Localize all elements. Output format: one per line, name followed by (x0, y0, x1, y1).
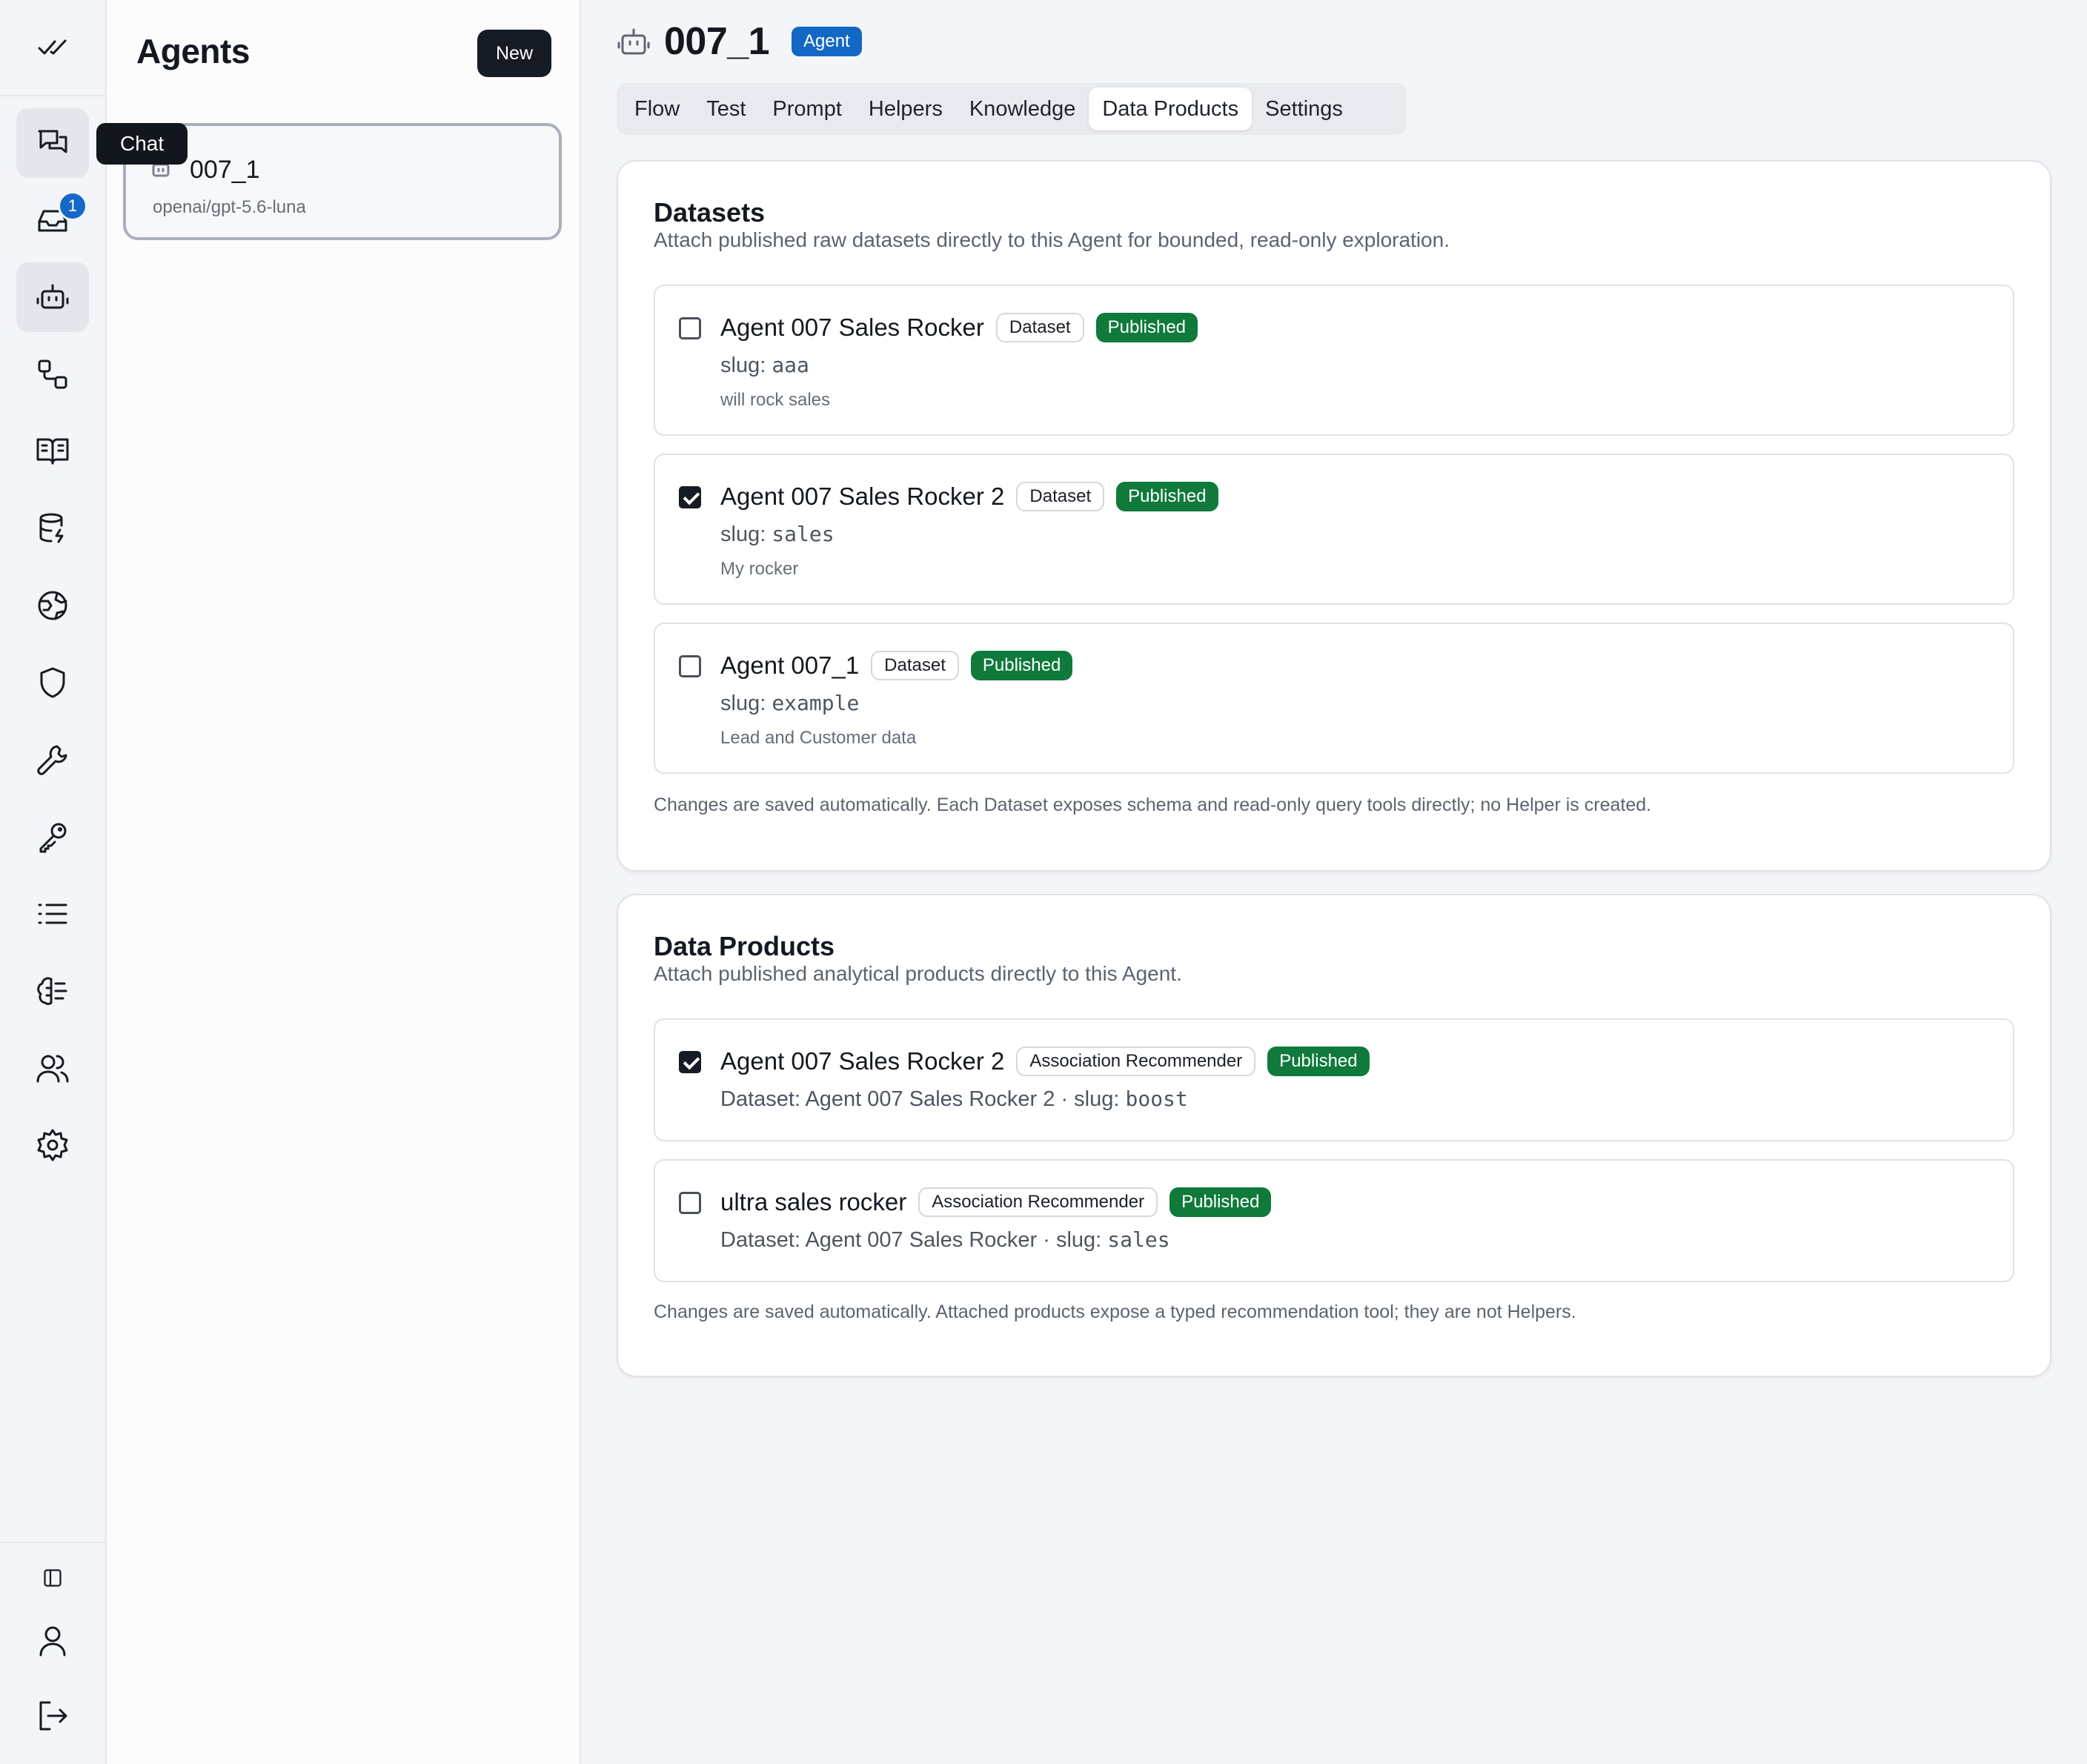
wrench-icon[interactable] (16, 725, 89, 795)
page-title: 007_1 (664, 20, 770, 63)
dataset-checkbox[interactable] (679, 317, 701, 339)
product-dataset: Dataset: Agent 007 Sales Rocker · slug: (720, 1228, 1102, 1252)
status-badge: Published (1116, 482, 1218, 511)
product-name: ultra sales rocker (720, 1188, 907, 1216)
section-title: Datasets (654, 197, 766, 228)
rail-divider (0, 95, 105, 96)
dataset-heading: Agent 007 Sales Rocker Dataset Published (720, 313, 1198, 342)
data-product-item[interactable]: Agent 007 Sales Rocker 2 Association Rec… (654, 1018, 2014, 1141)
check-all-icon[interactable] (16, 12, 89, 82)
globe-icon[interactable] (16, 571, 89, 640)
dataset-slug-line: slug: aaa (720, 353, 809, 378)
brain-icon[interactable] (16, 956, 89, 1026)
dataset-slug: sales (772, 522, 835, 546)
dataset-slug-line: slug: example (720, 691, 859, 716)
dataset-heading: Agent 007_1 Dataset Published (720, 651, 1073, 680)
dataset-slug: example (772, 691, 860, 715)
tab-knowledge[interactable]: Knowledge (956, 87, 1089, 130)
type-badge: Dataset (1016, 482, 1105, 511)
agent-list-item[interactable]: 007_1 openai/gpt-5.6-luna (123, 123, 562, 240)
product-heading: Agent 007 Sales Rocker 2 Association Rec… (720, 1047, 1370, 1076)
product-checkbox[interactable] (679, 1051, 701, 1073)
product-dataset: Dataset: Agent 007 Sales Rocker 2 · slug… (720, 1087, 1120, 1111)
inbox-count-badge: 1 (58, 191, 87, 221)
chat-icon[interactable] (16, 108, 89, 178)
product-name: Agent 007 Sales Rocker 2 (720, 1047, 1005, 1075)
section-description: Attach published analytical products dir… (654, 962, 1182, 985)
dataset-item[interactable]: Agent 007 Sales Rocker Dataset Published… (654, 285, 2014, 436)
dataset-slug-line: slug: sales (720, 522, 835, 547)
agent-type-badge: Agent (792, 27, 862, 56)
status-badge: Published (1267, 1047, 1370, 1076)
slug-label: slug: (720, 523, 766, 546)
agent-name: 007_1 (190, 156, 260, 184)
bot-icon[interactable] (16, 262, 89, 332)
autosave-note: Changes are saved automatically. Each Da… (654, 795, 1652, 815)
product-slug: boost (1125, 1087, 1188, 1111)
type-badge: Dataset (871, 651, 959, 680)
section-title: Data Products (654, 931, 835, 961)
dataset-note: will rock sales (720, 390, 831, 410)
dataset-name: Agent 007 Sales Rocker 2 (720, 483, 1005, 510)
tab-settings[interactable]: Settings (1252, 87, 1356, 130)
status-badge: Published (1169, 1187, 1272, 1217)
slug-label: slug: (720, 354, 766, 377)
bot-icon (617, 25, 651, 59)
logout-icon[interactable] (16, 1681, 89, 1751)
autosave-note: Changes are saved automatically. Attache… (654, 1302, 1576, 1322)
dataset-slug: aaa (772, 353, 809, 377)
status-badge: Published (970, 651, 1073, 680)
workflow-icon[interactable] (16, 339, 89, 409)
agent-model: openai/gpt-5.6-luna (153, 197, 306, 217)
icon-rail: Chat 1 (0, 0, 188, 1764)
panel-title: Agents (136, 32, 250, 70)
dataset-name: Agent 007 Sales Rocker (720, 314, 984, 341)
status-badge: Published (1095, 313, 1198, 342)
tab-flow[interactable]: Flow (621, 87, 693, 130)
slug-label: slug: (720, 692, 766, 715)
product-checkbox[interactable] (679, 1192, 701, 1214)
data-product-item[interactable]: ultra sales rocker Association Recommend… (654, 1159, 2014, 1282)
users-icon[interactable] (16, 1033, 89, 1103)
data-products-section: Data Products Attach published analytica… (617, 894, 2051, 1377)
product-heading: ultra sales rocker Association Recommend… (720, 1187, 1272, 1217)
tab-test[interactable]: Test (693, 87, 759, 130)
dataset-name: Agent 007_1 (720, 651, 860, 679)
panel-icon[interactable] (16, 1543, 89, 1613)
main-content: 007_1 Agent Flow Test Prompt Helpers Kno… (581, 0, 2087, 1764)
section-description: Attach published raw datasets directly t… (654, 228, 1450, 251)
type-badge: Dataset (995, 313, 1084, 342)
datasets-section: Datasets Attach published raw datasets d… (617, 160, 2051, 872)
product-dataset-line: Dataset: Agent 007 Sales Rocker · slug: … (720, 1227, 1170, 1253)
dataset-item[interactable]: Agent 007 Sales Rocker 2 Dataset Publish… (654, 454, 2014, 605)
product-slug: sales (1107, 1227, 1170, 1252)
shield-icon[interactable] (16, 648, 89, 717)
type-badge: Association Recommender (1016, 1047, 1256, 1076)
tab-data-products[interactable]: Data Products (1089, 87, 1252, 130)
database-icon[interactable] (16, 494, 89, 563)
dataset-note: Lead and Customer data (720, 728, 917, 748)
gear-icon[interactable] (16, 1110, 89, 1180)
tab-bar: Flow Test Prompt Helpers Knowledge Data … (617, 83, 1407, 135)
chat-tooltip: Chat (96, 123, 188, 165)
key-icon[interactable] (16, 802, 89, 872)
agents-panel: Agents New 007_1 openai/gpt-5.6-luna (107, 0, 581, 1764)
tab-helpers[interactable]: Helpers (855, 87, 956, 130)
dataset-item[interactable]: Agent 007_1 Dataset Published slug: exam… (654, 623, 2014, 774)
user-icon[interactable] (16, 1605, 89, 1675)
book-icon[interactable] (16, 417, 89, 486)
dataset-checkbox[interactable] (679, 486, 701, 508)
new-agent-button[interactable]: New (477, 30, 551, 77)
list-icon[interactable] (16, 879, 89, 949)
dataset-checkbox[interactable] (679, 655, 701, 677)
inbox-icon[interactable]: 1 (16, 185, 89, 255)
dataset-note: My rocker (720, 559, 799, 579)
dataset-heading: Agent 007 Sales Rocker 2 Dataset Publish… (720, 482, 1218, 511)
type-badge: Association Recommender (918, 1187, 1158, 1217)
product-dataset-line: Dataset: Agent 007 Sales Rocker 2 · slug… (720, 1087, 1188, 1112)
tab-prompt[interactable]: Prompt (759, 87, 855, 130)
